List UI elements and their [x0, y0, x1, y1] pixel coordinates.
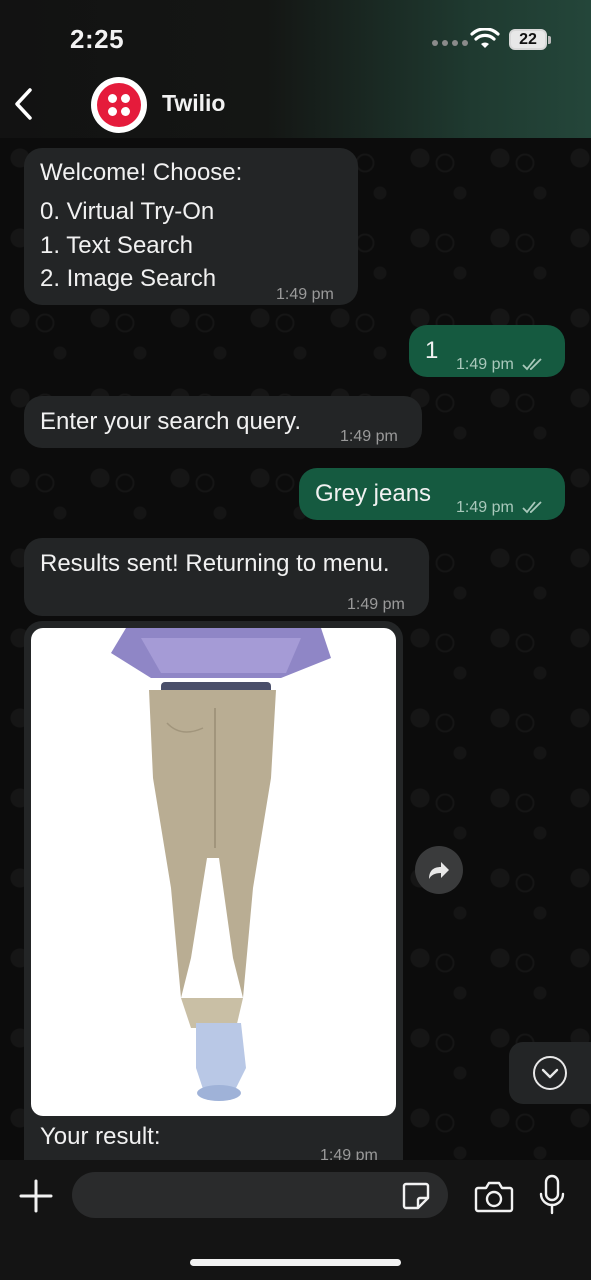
forward-icon	[429, 862, 449, 879]
message-text: 1. Text Search	[40, 232, 193, 259]
message-bubble-incoming[interactable]: Welcome! Choose: 0. Virtual Try-On 1. Te…	[24, 148, 358, 305]
message-text: 2. Image Search	[40, 265, 217, 292]
message-bubble-image[interactable]: Your result: 1:49 pm	[24, 621, 403, 1160]
double-check-icon	[522, 501, 542, 514]
contact-avatar[interactable]	[91, 77, 147, 133]
status-time: 2:25	[70, 24, 125, 54]
plus-icon[interactable]	[18, 1178, 54, 1214]
composer-bar	[0, 1160, 591, 1280]
message-bubble-incoming[interactable]: Results sent! Returning to menu. 1:49 pm	[24, 538, 429, 616]
message-time: 1:49 pm	[276, 286, 334, 303]
message-text: 1	[425, 337, 439, 364]
message-input[interactable]	[72, 1172, 448, 1218]
double-check-icon	[522, 358, 542, 371]
message-meta: 1:49 pm	[456, 491, 544, 524]
twilio-logo-icon	[97, 83, 141, 127]
message-bubble-outgoing[interactable]: 1 1:49 pm	[409, 325, 565, 377]
chat-area[interactable]: Welcome! Choose: 0. Virtual Try-On 1. Te…	[0, 138, 591, 1160]
message-text: 0. Virtual Try-On	[40, 198, 215, 225]
product-image[interactable]	[31, 628, 396, 1116]
message-text: Results sent! Returning to menu.	[40, 550, 390, 577]
message-text: Grey jeans	[315, 480, 432, 507]
camera-icon[interactable]	[474, 1179, 514, 1213]
message-time: 1:49 pm	[347, 596, 405, 613]
battery-icon: 22	[509, 29, 551, 50]
message-time: 1:49 pm	[456, 356, 514, 373]
message-text: Enter your search query.	[40, 408, 302, 435]
wifi-icon	[470, 28, 500, 48]
message-bubble-incoming[interactable]: Enter your search query. 1:49 pm	[24, 396, 422, 448]
message-time: 1:49 pm	[340, 428, 398, 445]
chevron-down-icon	[533, 1056, 567, 1090]
message-time: 1:49 pm	[456, 499, 514, 516]
image-caption: Your result:	[40, 1123, 161, 1150]
back-icon[interactable]	[8, 84, 40, 124]
message-meta: 1:49 pm	[456, 348, 544, 381]
mic-icon[interactable]	[538, 1174, 566, 1216]
message-time: 1:49 pm	[320, 1147, 378, 1160]
signal-icon	[432, 40, 468, 46]
scroll-to-bottom-button[interactable]	[509, 1042, 591, 1104]
top-bar: 2:25 22 Twilio	[0, 0, 591, 138]
forward-button[interactable]	[415, 846, 463, 894]
jeans-photo	[111, 628, 331, 1101]
message-text: Welcome! Choose:	[40, 159, 243, 186]
sticker-icon[interactable]	[400, 1180, 432, 1212]
message-bubble-outgoing[interactable]: Grey jeans 1:49 pm	[299, 468, 565, 520]
home-indicator	[190, 1259, 401, 1266]
contact-name[interactable]: Twilio	[162, 90, 225, 117]
